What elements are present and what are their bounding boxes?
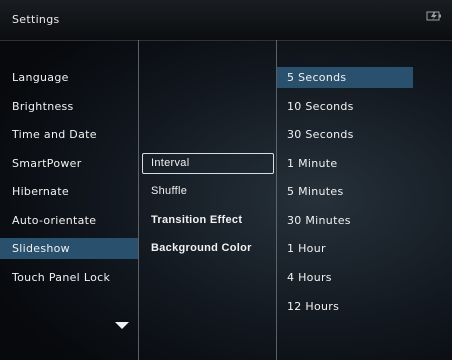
option-30-seconds[interactable]: 30 Seconds bbox=[277, 124, 413, 145]
menu-item-auto-orientate[interactable]: Auto-orientate bbox=[0, 210, 138, 231]
menu-item-label: Time and Date bbox=[12, 128, 97, 141]
option-label: 4 Hours bbox=[287, 271, 332, 284]
submenu-item-interval[interactable]: Interval bbox=[142, 153, 274, 174]
option-10-seconds[interactable]: 10 Seconds bbox=[277, 96, 413, 117]
menu-item-label: Touch Panel Lock bbox=[12, 271, 111, 284]
option-label: 5 Minutes bbox=[287, 185, 344, 198]
option-1-minute[interactable]: 1 Minute bbox=[277, 153, 413, 174]
column-divider bbox=[138, 40, 139, 360]
menu-item-label: Hibernate bbox=[12, 185, 69, 198]
option-label: 1 Minute bbox=[287, 157, 338, 170]
menu-item-brightness[interactable]: Brightness bbox=[0, 96, 138, 117]
menu-item-label: Auto-orientate bbox=[12, 214, 97, 227]
menu-item-language[interactable]: Language bbox=[0, 67, 138, 88]
submenu-item-label: Interval bbox=[151, 157, 190, 169]
menu-item-time-and-date[interactable]: Time and Date bbox=[0, 124, 138, 145]
menu-item-label: Slideshow bbox=[12, 242, 70, 255]
title-bar: Settings bbox=[0, 0, 452, 41]
submenu-item-shuffle[interactable]: Shuffle bbox=[142, 181, 274, 202]
menu-item-label: Brightness bbox=[12, 100, 74, 113]
option-1-hour[interactable]: 1 Hour bbox=[277, 238, 413, 259]
menu-item-hibernate[interactable]: Hibernate bbox=[0, 181, 138, 202]
submenu-item-label: Transition Effect bbox=[151, 214, 243, 226]
menu-item-label: Language bbox=[12, 71, 69, 84]
menu-item-label: SmartPower bbox=[12, 157, 82, 170]
option-label: 5 Seconds bbox=[287, 71, 347, 84]
submenu-item-label: Shuffle bbox=[151, 185, 188, 197]
option-label: 12 Hours bbox=[287, 300, 340, 313]
submenu-item-label: Background Color bbox=[151, 242, 252, 254]
option-label: 30 Minutes bbox=[287, 214, 351, 227]
option-5-minutes[interactable]: 5 Minutes bbox=[277, 181, 413, 202]
page-title: Settings bbox=[12, 13, 60, 26]
option-label: 1 Hour bbox=[287, 242, 326, 255]
submenu-item-background-color[interactable]: Background Color bbox=[142, 238, 274, 259]
triangle-down-icon[interactable] bbox=[115, 322, 129, 329]
option-30-minutes[interactable]: 30 Minutes bbox=[277, 210, 413, 231]
battery-charging-icon bbox=[426, 11, 441, 21]
submenu-item-transition-effect[interactable]: Transition Effect bbox=[142, 210, 274, 231]
option-label: 10 Seconds bbox=[287, 100, 354, 113]
menu-item-slideshow[interactable]: Slideshow bbox=[0, 238, 138, 259]
menu-item-smartpower[interactable]: SmartPower bbox=[0, 153, 138, 174]
option-5-seconds[interactable]: 5 Seconds bbox=[277, 67, 413, 88]
menu-item-touch-panel-lock[interactable]: Touch Panel Lock bbox=[0, 267, 138, 288]
option-4-hours[interactable]: 4 Hours bbox=[277, 267, 413, 288]
option-label: 30 Seconds bbox=[287, 128, 354, 141]
option-12-hours[interactable]: 12 Hours bbox=[277, 296, 413, 317]
